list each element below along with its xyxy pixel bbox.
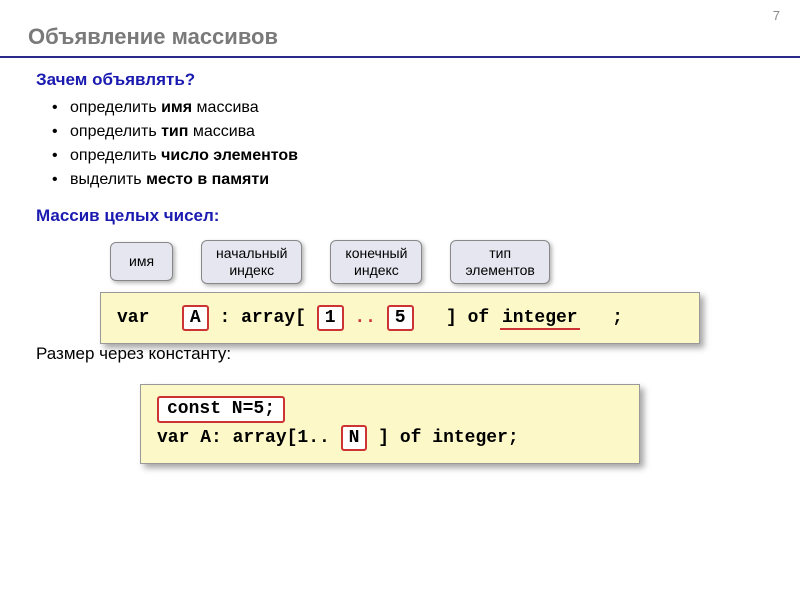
list-item: выделить место в памяти — [70, 168, 800, 192]
highlight-type: integer — [500, 308, 580, 330]
label-start-index: начальный индекс — [201, 240, 302, 284]
code-text: var A: array[1.. — [157, 428, 330, 448]
code-const-declaration: const N=5; var A: array[1.. N ] of integ… — [140, 384, 640, 464]
highlight-start: 1 — [317, 305, 344, 332]
why-heading: Зачем объявлять? — [0, 70, 800, 90]
list-item: определить имя массива — [70, 96, 800, 120]
label-element-type: тип элементов — [450, 240, 549, 284]
code-semi: ; — [612, 308, 623, 328]
list-item: определить число элементов — [70, 144, 800, 168]
why-list: определить имя массива определить тип ма… — [0, 96, 800, 192]
highlight-name: A — [182, 305, 209, 332]
label-row: имя начальный индекс конечный индекс тип… — [0, 240, 800, 284]
code-text: ] of integer; — [378, 428, 518, 448]
int-array-heading: Массив целых чисел: — [0, 206, 800, 226]
slide-title: Объявление массивов — [0, 0, 800, 58]
highlight-const-line: const N=5; — [157, 396, 285, 423]
code-text: : array[ — [219, 308, 305, 328]
keyword-var: var — [117, 308, 149, 328]
size-via-const-label: Размер через константу: — [0, 344, 800, 364]
page-number: 7 — [773, 8, 780, 23]
label-name: имя — [110, 242, 173, 281]
code-declaration: var A : array[ 1 .. 5 ] of integer ; — [100, 292, 700, 345]
list-item: определить тип массива — [70, 120, 800, 144]
code-text: ] of — [446, 308, 500, 328]
highlight-end: 5 — [387, 305, 414, 332]
highlight-n: N — [341, 425, 368, 452]
code-dots: .. — [354, 308, 386, 328]
label-end-index: конечный индекс — [330, 240, 422, 284]
